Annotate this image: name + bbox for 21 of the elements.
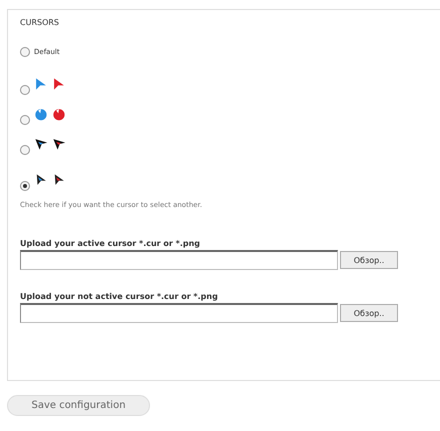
radio-button[interactable] bbox=[20, 181, 30, 191]
arrow-cursor-icon bbox=[52, 77, 66, 91]
arrow-cursor-icon bbox=[52, 173, 66, 187]
radio-button[interactable] bbox=[20, 145, 30, 155]
upload-label: Upload your active cursor *.cur or *.png bbox=[20, 239, 201, 248]
arrow-cursor-icon bbox=[52, 137, 66, 151]
arrow-cursor-icon bbox=[34, 137, 48, 151]
radio-button[interactable] bbox=[20, 85, 30, 95]
blob-cursor-icon bbox=[34, 107, 48, 121]
blob-cursor-icon bbox=[52, 107, 66, 121]
arrow-cursor-icon bbox=[34, 173, 48, 187]
radio-button[interactable] bbox=[20, 47, 30, 57]
radio-button[interactable] bbox=[20, 115, 30, 125]
section-title: CURSORS bbox=[20, 18, 60, 27]
arrow-cursor-icon bbox=[34, 77, 48, 91]
file-path-field[interactable] bbox=[20, 303, 338, 323]
upload-label: Upload your not active cursor *.cur or *.png bbox=[20, 292, 219, 301]
browse-button[interactable]: Обзор.. bbox=[340, 251, 398, 269]
browse-button[interactable]: Обзор.. bbox=[340, 304, 398, 322]
save-button[interactable]: Save configuration bbox=[7, 395, 150, 416]
file-path-field[interactable] bbox=[20, 250, 338, 270]
